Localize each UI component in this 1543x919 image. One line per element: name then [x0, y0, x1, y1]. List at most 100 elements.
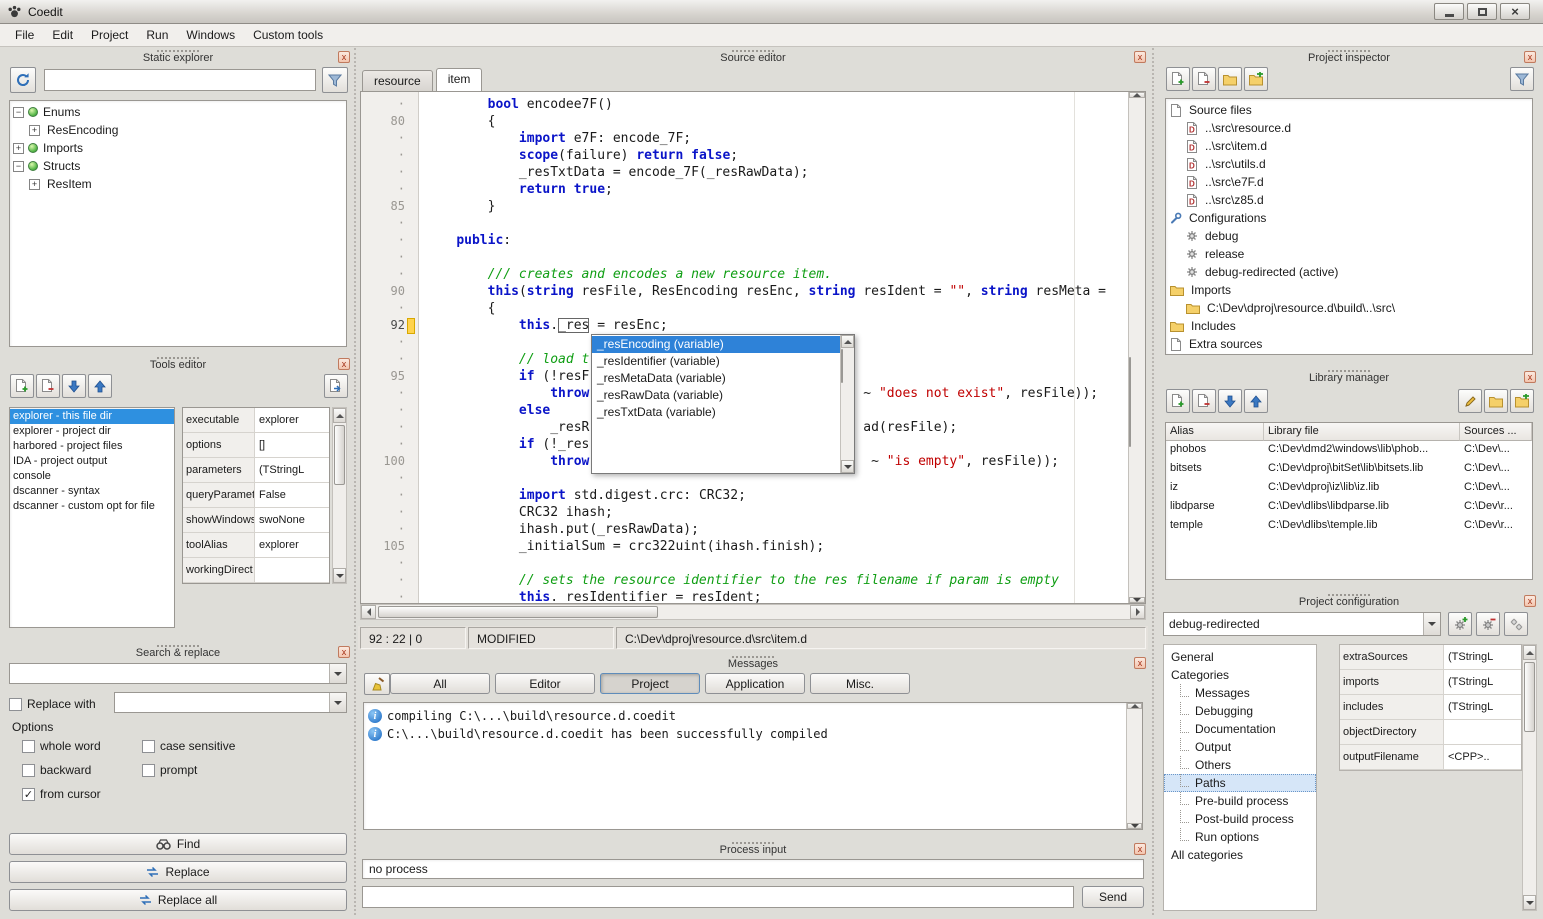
tab-resource[interactable]: resource	[362, 70, 433, 91]
config-category[interactable]: Paths	[1164, 774, 1316, 792]
inspector-item[interactable]: D..\src\item.d	[1166, 137, 1532, 155]
move-library-down-button[interactable]	[1218, 389, 1242, 413]
checkbox-from-cursor[interactable]: ✓from cursor	[22, 784, 142, 804]
tool-item[interactable]: dscanner - custom opt for file	[10, 499, 174, 514]
inspector-item[interactable]: C:\Dev\dproj\resource.d\build\..\src\	[1166, 299, 1532, 317]
close-button[interactable]: ×	[1500, 3, 1530, 20]
open-library-file-button[interactable]	[1484, 389, 1508, 413]
close-panel-icon[interactable]: x	[1134, 657, 1146, 669]
scrollbar-thumb[interactable]	[334, 425, 345, 485]
scroll-down-button[interactable]	[1129, 597, 1145, 603]
menu-windows[interactable]: Windows	[177, 24, 244, 46]
property-value[interactable]: (TStringL	[1444, 645, 1521, 669]
move-library-up-button[interactable]	[1244, 389, 1268, 413]
expand-icon[interactable]: +	[13, 143, 24, 154]
checkbox-box[interactable]	[22, 740, 35, 753]
inspector-item[interactable]: Imports	[1166, 281, 1532, 299]
scrollbar-track[interactable]	[333, 423, 346, 568]
configuration-grid[interactable]: extraSources(TStringLimports(TStringLinc…	[1339, 644, 1522, 771]
close-panel-icon[interactable]: x	[338, 51, 350, 63]
panel-header[interactable]: Search & replace x	[4, 645, 352, 662]
checkbox-box[interactable]	[22, 764, 35, 777]
maximize-button[interactable]	[1467, 3, 1497, 20]
tool-item[interactable]: IDA - project output	[10, 454, 174, 469]
property-value[interactable]: (TStringL	[255, 458, 329, 482]
config-category[interactable]: Post-build process	[1164, 810, 1316, 828]
scroll-down-button[interactable]	[841, 460, 854, 473]
add-source-button[interactable]	[1166, 67, 1190, 91]
move-tool-up-button[interactable]	[88, 374, 112, 398]
tab-item[interactable]: item	[436, 68, 483, 91]
config-category[interactable]: Output	[1164, 738, 1316, 756]
scrollbar-track[interactable]	[1523, 660, 1536, 895]
library-row[interactable]: libdparseC:\Dev\dlibs\libdparse.libC:\De…	[1166, 498, 1532, 517]
message-row[interactable]: iC:\...\build\resource.d.coedit has been…	[366, 725, 1124, 743]
process-input-field[interactable]	[362, 886, 1074, 908]
library-row[interactable]: izC:\Dev\dproj\iz\lib\iz.libC:\Dev\...	[1166, 479, 1532, 498]
inspector-item[interactable]: debug-redirected (active)	[1166, 263, 1532, 281]
messages-scrollbar[interactable]	[1126, 703, 1142, 829]
symbol-filter-input[interactable]	[44, 69, 316, 91]
scrollbar-thumb[interactable]	[1524, 662, 1535, 732]
inspector-item[interactable]: release	[1166, 245, 1532, 263]
static-tree-item[interactable]: +ResEncoding	[10, 121, 346, 139]
dropdown-button[interactable]	[1423, 613, 1440, 635]
property-value[interactable]	[255, 558, 329, 582]
scrollbar-track[interactable]	[1129, 98, 1145, 597]
inspector-item[interactable]: D..\src\resource.d	[1166, 119, 1532, 137]
close-panel-icon[interactable]: x	[1134, 843, 1146, 855]
add-folder-sources-button[interactable]	[1244, 67, 1268, 91]
scroll-up-button[interactable]	[841, 335, 854, 348]
completion-scrollbar[interactable]	[840, 335, 854, 473]
scroll-down-button[interactable]	[333, 568, 346, 583]
menu-run[interactable]: Run	[137, 24, 177, 46]
property-value[interactable]: swoNone	[255, 508, 329, 532]
config-category[interactable]: Run options	[1164, 828, 1316, 846]
replace-combobox[interactable]	[114, 692, 347, 713]
panel-header[interactable]: Static explorer x	[4, 50, 352, 67]
configuration-selector[interactable]: debug-redirected	[1163, 612, 1441, 636]
add-configuration-button[interactable]	[1448, 612, 1472, 636]
send-button[interactable]: Send	[1082, 886, 1144, 908]
property-value[interactable]: (TStringL	[1444, 670, 1521, 694]
remove-library-button[interactable]	[1192, 389, 1216, 413]
checkbox-box[interactable]	[142, 764, 155, 777]
menu-file[interactable]: File	[6, 24, 43, 46]
library-row[interactable]: templeC:\Dev\dlibs\temple.libC:\Dev\r...	[1166, 517, 1532, 536]
column-header[interactable]: Sources ...	[1460, 423, 1532, 441]
config-category[interactable]: General	[1164, 648, 1316, 666]
panel-header[interactable]: Library manager x	[1160, 370, 1538, 387]
scrollbar-track[interactable]	[1127, 709, 1142, 823]
library-table[interactable]: AliasLibrary fileSources ... phobosC:\De…	[1165, 422, 1533, 580]
project-tree[interactable]: Source filesD..\src\resource.dD..\src\it…	[1165, 98, 1533, 355]
dropdown-button[interactable]	[329, 693, 346, 712]
editor-horizontal-scrollbar[interactable]	[360, 604, 1146, 620]
expand-icon[interactable]: +	[29, 125, 40, 136]
editor-vertical-scrollbar[interactable]	[1128, 92, 1145, 603]
filter-application[interactable]: Application	[705, 673, 805, 694]
panel-header[interactable]: Messages x	[358, 656, 1148, 673]
config-category[interactable]: Documentation	[1164, 720, 1316, 738]
checkbox-box[interactable]	[9, 698, 22, 711]
menu-custom-tools[interactable]: Custom tools	[244, 24, 332, 46]
panel-header[interactable]: Project configuration x	[1160, 594, 1538, 611]
add-library-button[interactable]	[1166, 389, 1190, 413]
menu-project[interactable]: Project	[82, 24, 137, 46]
scrollbar-track[interactable]	[841, 348, 854, 460]
close-panel-icon[interactable]: x	[1134, 51, 1146, 63]
inspector-item[interactable]: Configurations	[1166, 209, 1532, 227]
static-tree-item[interactable]: −Structs	[10, 157, 346, 175]
property-value[interactable]: []	[255, 433, 329, 457]
replace-all-button[interactable]: Replace all	[9, 889, 347, 911]
panel-header[interactable]: Project inspector x	[1160, 50, 1538, 67]
checkbox-backward[interactable]: backward	[22, 760, 142, 780]
scrollbar-thumb[interactable]	[378, 606, 658, 618]
inspector-item[interactable]: debug	[1166, 227, 1532, 245]
filter-editor[interactable]: Editor	[495, 673, 595, 694]
remove-configuration-button[interactable]	[1476, 612, 1500, 636]
scroll-up-button[interactable]	[1523, 645, 1536, 660]
menu-edit[interactable]: Edit	[43, 24, 82, 46]
checkbox-whole-word[interactable]: whole word	[22, 736, 142, 756]
scroll-left-button[interactable]	[361, 605, 376, 619]
config-category[interactable]: Pre-build process	[1164, 792, 1316, 810]
